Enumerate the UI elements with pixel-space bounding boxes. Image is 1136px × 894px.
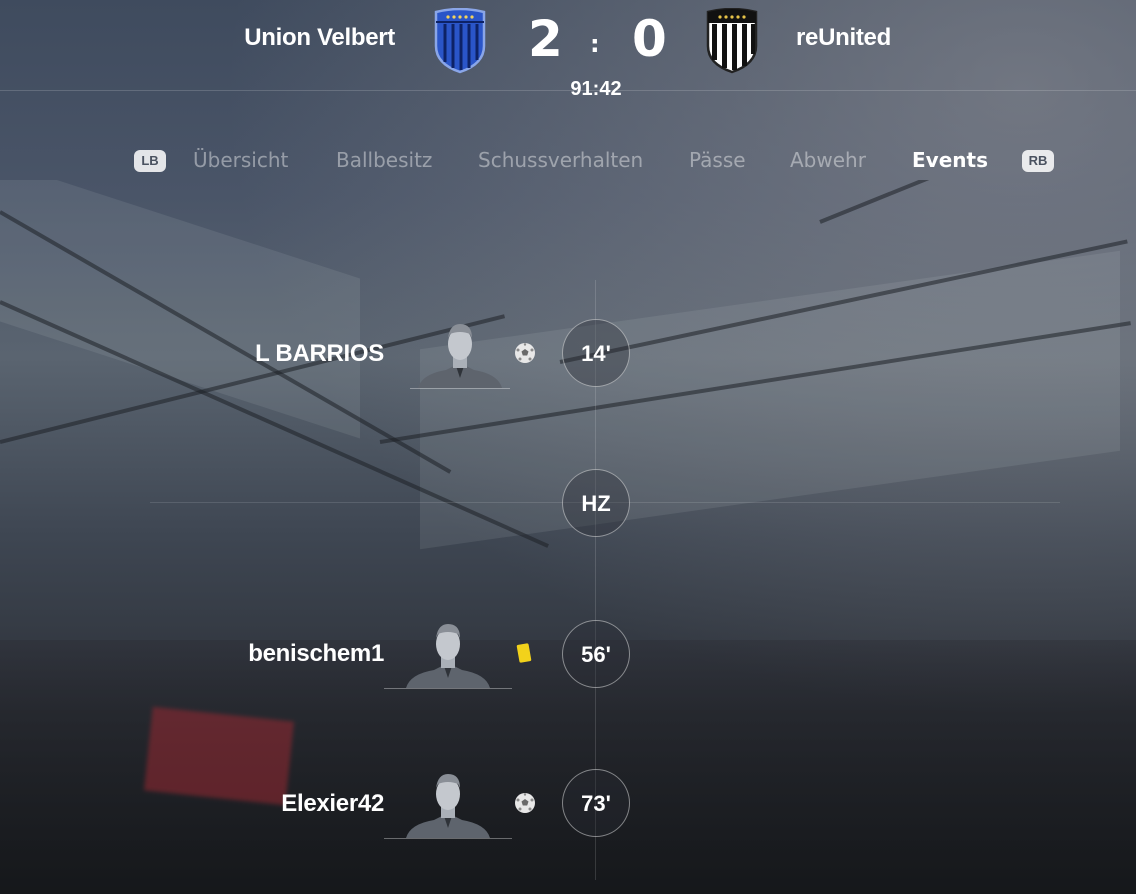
rb-bumper-button[interactable]: RB (1022, 150, 1054, 172)
player-underline (384, 688, 512, 689)
away-crest-icon (706, 8, 758, 74)
player-silhouette-icon (418, 324, 502, 388)
event-minute: 73' (562, 769, 630, 837)
score-separator: : (590, 30, 600, 58)
away-score: 0 (632, 10, 667, 68)
tab-ballbesitz[interactable]: Ballbesitz (336, 148, 432, 172)
tab-schussverhalten[interactable]: Schussverhalten (478, 148, 643, 172)
yellow-card-icon (516, 643, 532, 663)
goal-icon (515, 793, 535, 813)
player-underline (384, 838, 512, 839)
event-player-name: benischem1 (248, 640, 384, 667)
home-team-name: Union Velbert (244, 24, 395, 51)
home-score: 2 (528, 10, 563, 68)
tab-paesse[interactable]: Pässe (689, 148, 746, 172)
tab-uebersicht[interactable]: Übersicht (193, 148, 288, 172)
event-minute: 56' (562, 620, 630, 688)
tab-abwehr[interactable]: Abwehr (790, 148, 866, 172)
player-silhouette-icon (406, 624, 490, 688)
player-underline (410, 388, 510, 389)
event-player-name: Elexier42 (281, 790, 384, 817)
player-silhouette-icon (406, 774, 490, 838)
event-player-name: L BARRIOS (255, 340, 384, 367)
stadium-roof (0, 180, 1136, 700)
halftime-marker: HZ (562, 469, 630, 537)
event-minute: 14' (562, 319, 630, 387)
stadium-banner (143, 706, 295, 806)
goal-icon (515, 343, 535, 363)
stats-tab-bar: LB Übersicht Ballbesitz Schussverhalten … (0, 148, 1136, 178)
match-clock: 91:42 (570, 78, 622, 100)
tab-events[interactable]: Events (912, 148, 988, 172)
away-team-name: reUnited (796, 24, 891, 51)
lb-bumper-button[interactable]: LB (134, 150, 166, 172)
home-crest-icon (434, 8, 486, 74)
